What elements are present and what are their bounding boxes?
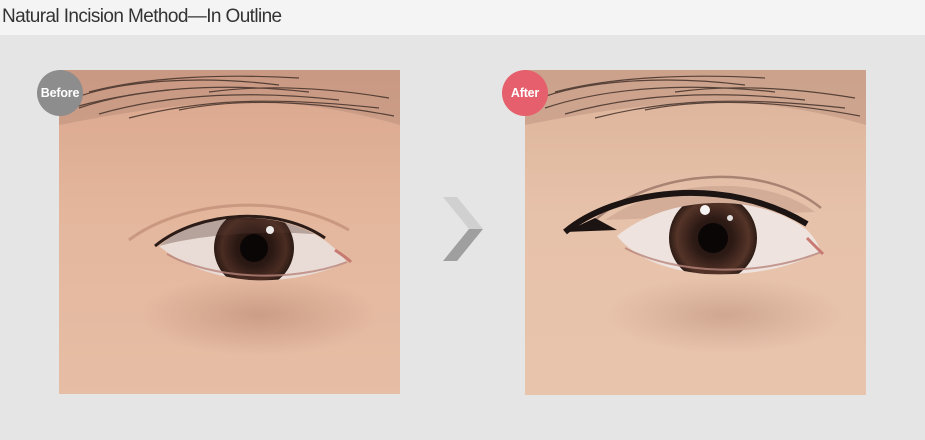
title-bar: Natural Incision Method—In Outline [0, 0, 925, 35]
before-photo [59, 70, 400, 394]
chevron-right-icon [441, 195, 485, 268]
after-photo [525, 70, 866, 395]
page-title: Natural Incision Method—In Outline [2, 6, 282, 27]
before-badge: Before [37, 70, 83, 116]
after-badge: After [502, 70, 548, 116]
